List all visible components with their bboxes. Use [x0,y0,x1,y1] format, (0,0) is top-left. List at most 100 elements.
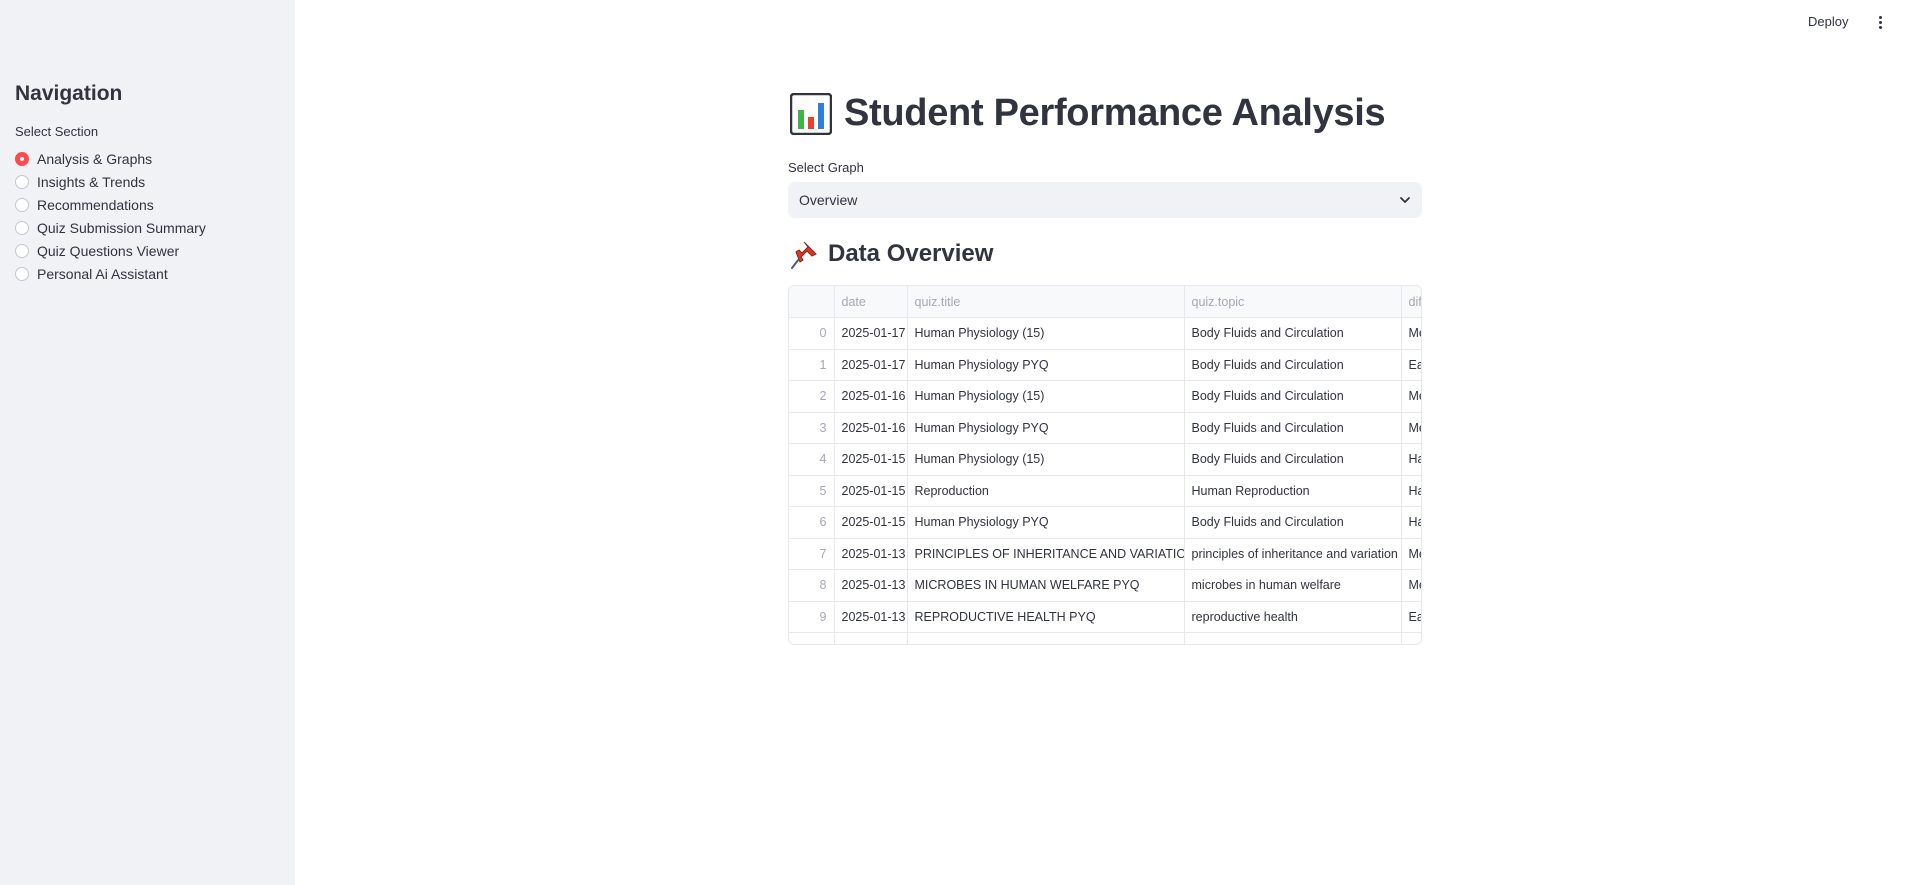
pushpin-icon [791,241,817,269]
section-heading: Data Overview [790,238,993,270]
bar-chart-icon [790,92,832,135]
radio-icon[interactable] [15,243,29,258]
cell-date[interactable]: 2025-01-17 [834,317,908,350]
row-index[interactable]: 0 [789,317,835,350]
cell-quiz-topic[interactable]: Body Fluids and Circulation [1184,443,1402,476]
cell-date[interactable]: 2025-01-15 [834,443,908,476]
cell-quiz-topic[interactable]: Body Fluids and Circulation [1184,317,1402,350]
row-index[interactable]: 7 [789,538,835,570]
cell-quiz-topic[interactable]: reproductive health [1184,601,1402,633]
cell-date[interactable]: 2025-01-13 [834,601,908,633]
table-row: 5 2025-01-15 Reproduction Human Reproduc… [789,475,1421,507]
sidebar-item-label: Personal Ai Assistant [37,265,168,282]
cell-difficulty[interactable]: Me [1401,380,1421,413]
cell-date[interactable]: 2025-01-16 [834,380,908,413]
table-row: 2 2025-01-16 Human Physiology (15) Body … [789,380,1421,413]
chevron-down-icon [1400,197,1410,203]
cell-quiz-topic[interactable] [1184,632,1402,644]
graph-select-value: Overview [799,192,858,208]
cell-quiz-title[interactable]: MICROBES IN HUMAN WELFARE PYQ [907,569,1185,602]
graph-select[interactable]: Overview [788,182,1422,218]
sidebar-item-label: Quiz Submission Summary [37,219,206,236]
cell-difficulty[interactable]: Ea [1401,601,1421,633]
cell-date[interactable]: 2025-01-13 [834,569,908,602]
section-radio-group: Analysis & Graphs Insights & Trends Reco… [15,147,206,285]
page-title: Student Performance Analysis [790,92,1386,135]
row-index[interactable]: 6 [789,506,835,539]
sidebar-item-quiz-questions-viewer[interactable]: Quiz Questions Viewer [15,239,206,262]
sidebar-item-recommendations[interactable]: Recommendations [15,193,206,216]
cell-date[interactable]: 2025-01-13 [834,538,908,570]
cell-quiz-topic[interactable]: Body Fluids and Circulation [1184,506,1402,539]
table-row: 0 2025-01-17 Human Physiology (15) Body … [789,317,1421,350]
cell-quiz-title[interactable]: Human Physiology (15) [907,380,1185,413]
row-index[interactable]: 1 [789,349,835,381]
deploy-button[interactable]: Deploy [1808,14,1848,29]
cell-difficulty[interactable]: Ea [1401,349,1421,381]
row-index[interactable]: 8 [789,569,835,602]
cell-quiz-title[interactable]: Human Physiology PYQ [907,412,1185,444]
cell-quiz-title[interactable]: Human Physiology PYQ [907,349,1185,381]
table-row: 6 2025-01-15 Human Physiology PYQ Body F… [789,506,1421,539]
table-row [789,632,1421,644]
row-index[interactable]: 5 [789,475,835,507]
radio-icon[interactable] [15,174,29,189]
sidebar-item-label: Recommendations [37,196,154,213]
sidebar-item-quiz-submission-summary[interactable]: Quiz Submission Summary [15,216,206,239]
cell-difficulty[interactable]: Ha [1401,475,1421,507]
cell-difficulty[interactable] [1401,632,1421,644]
sidebar-item-label: Analysis & Graphs [37,150,153,167]
section-title: Data Overview [828,240,994,267]
cell-quiz-title[interactable]: Human Physiology (15) [907,443,1185,476]
sidebar-title: Navigation [15,82,123,105]
cell-date[interactable]: 2025-01-16 [834,412,908,444]
table-row: 8 2025-01-13 MICROBES IN HUMAN WELFARE P… [789,569,1421,602]
cell-difficulty[interactable]: Me [1401,412,1421,444]
row-index[interactable]: 3 [789,412,835,444]
table-row: 9 2025-01-13 REPRODUCTIVE HEALTH PYQ rep… [789,601,1421,633]
cell-quiz-topic[interactable]: Body Fluids and Circulation [1184,412,1402,444]
column-header-difficulty[interactable]: dif [1401,286,1421,318]
sidebar-item-analysis-graphs[interactable]: Analysis & Graphs [15,147,206,170]
cell-quiz-topic[interactable]: principles of inheritance and variation [1184,538,1402,570]
data-table[interactable]: date quiz.title quiz.topic dif 0 2025-01… [788,285,1422,645]
radio-icon[interactable] [15,197,29,212]
cell-date[interactable]: 2025-01-17 [834,349,908,381]
row-index[interactable]: 9 [789,601,835,633]
cell-quiz-title[interactable]: Reproduction [907,475,1185,507]
cell-difficulty[interactable]: Ha [1401,443,1421,476]
row-index[interactable] [789,632,835,644]
sidebar-item-personal-ai-assistant[interactable]: Personal Ai Assistant [15,262,206,285]
more-vertical-icon[interactable] [1874,12,1886,32]
cell-date[interactable] [834,632,908,644]
column-header-quiz-title[interactable]: quiz.title [907,286,1185,318]
sidebar: Navigation Select Section Analysis & Gra… [0,0,295,885]
cell-quiz-topic[interactable]: Body Fluids and Circulation [1184,380,1402,413]
cell-difficulty[interactable]: Me [1401,538,1421,570]
cell-difficulty[interactable]: Me [1401,569,1421,602]
cell-difficulty[interactable]: Me [1401,317,1421,350]
cell-quiz-title[interactable]: Human Physiology PYQ [907,506,1185,539]
cell-quiz-topic[interactable]: microbes in human welfare [1184,569,1402,602]
radio-icon[interactable] [15,266,29,281]
cell-difficulty[interactable]: Ha [1401,506,1421,539]
cell-date[interactable]: 2025-01-15 [834,475,908,507]
cell-quiz-title[interactable] [907,632,1185,644]
cell-quiz-title[interactable]: REPRODUCTIVE HEALTH PYQ [907,601,1185,633]
sidebar-item-insights-trends[interactable]: Insights & Trends [15,170,206,193]
cell-date[interactable]: 2025-01-15 [834,506,908,539]
radio-icon[interactable] [15,220,29,235]
column-header-index[interactable] [789,286,835,318]
row-index[interactable]: 4 [789,443,835,476]
table-row: 7 2025-01-13 PRINCIPLES OF INHERITANCE A… [789,538,1421,570]
cell-quiz-title[interactable]: Human Physiology (15) [907,317,1185,350]
table-row: 3 2025-01-16 Human Physiology PYQ Body F… [789,412,1421,444]
cell-quiz-topic[interactable]: Human Reproduction [1184,475,1402,507]
sidebar-item-label: Insights & Trends [37,173,146,190]
radio-selected-icon[interactable] [15,151,29,166]
row-index[interactable]: 2 [789,380,835,413]
cell-quiz-topic[interactable]: Body Fluids and Circulation [1184,349,1402,381]
column-header-quiz-topic[interactable]: quiz.topic [1184,286,1402,318]
column-header-date[interactable]: date [834,286,908,318]
cell-quiz-title[interactable]: PRINCIPLES OF INHERITANCE AND VARIATION … [907,538,1185,570]
